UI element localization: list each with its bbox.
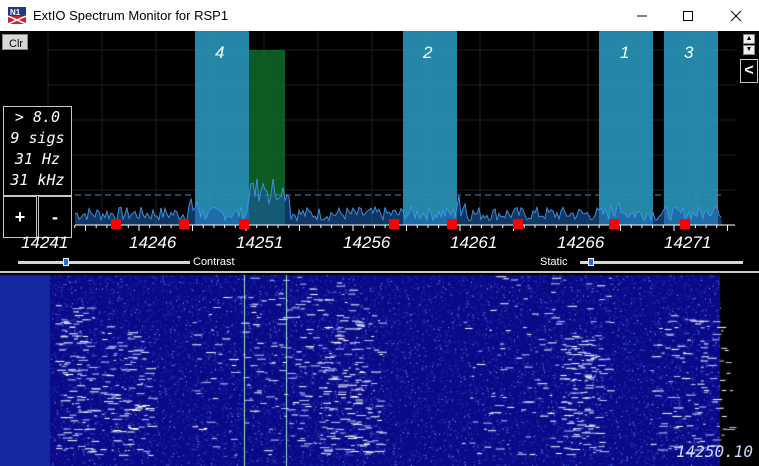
static-slider-track[interactable] (580, 261, 743, 264)
zoom-in-button[interactable]: + (3, 196, 37, 238)
close-icon (730, 10, 742, 21)
signal-marker (179, 219, 189, 229)
freq-tick-label: 14266 (557, 233, 605, 252)
signal-marker (513, 219, 523, 229)
signal-marker (239, 219, 249, 229)
signal-count-readout: 9 sigs (10, 129, 65, 147)
stats-panel: > 8.0 9 sigs 31 Hz 31 kHz (3, 106, 72, 196)
band-label: 4 (215, 43, 225, 62)
scroll-down-button[interactable]: ▼ (743, 45, 755, 55)
cursor-frequency-readout: 14250.10 (675, 442, 753, 461)
bandwidth-readout: 31 kHz (10, 171, 65, 189)
waterfall-canvas[interactable] (0, 273, 759, 466)
resolution-readout: 31 Hz (14, 150, 61, 168)
collapse-panel-button[interactable]: < (740, 59, 758, 83)
app-icon: N1 (8, 7, 26, 24)
clear-button[interactable]: Clr (2, 34, 28, 50)
band-label: 3 (684, 43, 694, 62)
freq-tick-label: 14271 (664, 233, 712, 252)
band-label: 1 (620, 43, 630, 62)
static-label: Static (540, 256, 568, 268)
zoom-out-button[interactable]: - (38, 196, 72, 238)
signal-marker (680, 219, 690, 229)
threshold-readout: > 8.0 (14, 108, 61, 126)
freq-tick-label: 14261 (450, 233, 498, 252)
band-label: 2 (423, 43, 433, 62)
contrast-label: Contrast (193, 256, 235, 268)
scroll-up-button[interactable]: ▲ (743, 34, 755, 44)
maximize-button[interactable] (665, 0, 711, 31)
contrast-slider-track[interactable] (18, 261, 190, 264)
minimize-icon (637, 15, 647, 16)
window-title: ExtIO Spectrum Monitor for RSP1 (33, 8, 229, 23)
signal-marker (447, 219, 457, 229)
waterfall-panel[interactable]: 14250.10 (0, 273, 759, 466)
svg-text:N1: N1 (10, 8, 21, 17)
contrast-slider-thumb[interactable] (63, 258, 70, 266)
freq-tick-label: 14246 (129, 233, 177, 252)
signal-marker (389, 219, 399, 229)
minimize-button[interactable] (619, 0, 665, 31)
freq-tick-label: 14251 (236, 233, 284, 252)
close-button[interactable] (713, 0, 759, 31)
title-bar: N1 ExtIO Spectrum Monitor for RSP1 (0, 0, 759, 31)
freq-tick-label: 14241 (21, 233, 69, 252)
freq-tick-label: 14256 (343, 233, 391, 252)
maximize-icon (683, 10, 693, 21)
signal-marker (111, 219, 121, 229)
static-slider-thumb[interactable] (588, 258, 595, 266)
signal-marker (609, 219, 619, 229)
